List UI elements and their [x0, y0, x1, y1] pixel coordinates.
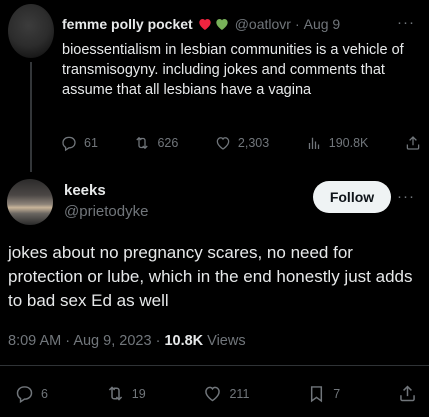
- thread-connector-line: [30, 62, 32, 172]
- avatar[interactable]: [7, 179, 53, 225]
- main-tweet-text: jokes about no pregnancy scares, no need…: [8, 243, 413, 310]
- repost-button[interactable]: 626: [133, 134, 178, 152]
- share-button[interactable]: [397, 383, 418, 404]
- like-count: 2,303: [237, 136, 270, 150]
- author-handle[interactable]: @prietodyke: [64, 203, 148, 220]
- tweet-metadata: 8:09 AM · Aug 9, 2023 · 10.8K Views: [8, 333, 246, 349]
- parent-tweet-text: bioessentialism in lesbian communities i…: [62, 42, 404, 98]
- repost-icon: [108, 386, 122, 401]
- tweet-date[interactable]: Aug 9: [304, 16, 341, 32]
- name-emoji: [197, 16, 230, 32]
- parent-tweet-header: femme polly pocket @oatlovr · Aug 9: [62, 16, 340, 32]
- share-button[interactable]: [404, 134, 422, 152]
- reply-button[interactable]: 6: [14, 383, 48, 404]
- analytics-icon: [308, 137, 319, 149]
- author-name[interactable]: femme polly pocket: [62, 16, 193, 32]
- separator: ·: [155, 333, 161, 349]
- views-label: Views: [207, 333, 246, 349]
- repost-count: 19: [131, 386, 146, 401]
- author-name[interactable]: keeks: [64, 182, 106, 199]
- reply-icon: [62, 136, 76, 152]
- heart-icon: [216, 137, 230, 150]
- green-heart-icon: [216, 19, 228, 30]
- share-icon: [400, 385, 415, 402]
- repost-icon: [136, 136, 149, 150]
- tweet-date[interactable]: Aug 9, 2023: [73, 333, 151, 349]
- main-tweet-actions: 6 19 211 7: [14, 383, 418, 404]
- reply-button[interactable]: 61: [60, 134, 98, 152]
- divider: [0, 365, 429, 366]
- bookmark-button[interactable]: 7: [306, 383, 340, 404]
- bookmark-count: 7: [333, 386, 341, 401]
- repost-button[interactable]: 19: [105, 383, 146, 404]
- reply-count: 61: [84, 136, 98, 150]
- repost-count: 626: [157, 136, 179, 150]
- separator: ·: [294, 16, 300, 32]
- author-handle[interactable]: @oatlovr: [235, 16, 291, 32]
- bookmark-icon: [311, 386, 323, 403]
- views-count: 190.8K: [328, 136, 369, 150]
- reply-icon: [16, 386, 33, 404]
- tweet-time[interactable]: 8:09 AM: [8, 333, 61, 349]
- separator: ·: [65, 333, 71, 349]
- more-options-icon[interactable]: ···: [397, 188, 415, 205]
- views-count[interactable]: 10.8K: [164, 333, 203, 349]
- reply-count: 6: [41, 386, 48, 401]
- share-icon: [406, 136, 420, 150]
- views-button[interactable]: 190.8K: [305, 134, 369, 152]
- parent-tweet-actions: 61 626 2,303 190.8K: [60, 134, 422, 152]
- like-button[interactable]: 2,303: [214, 134, 269, 152]
- more-options-icon[interactable]: ···: [397, 14, 415, 31]
- like-button[interactable]: 211: [202, 383, 249, 404]
- red-heart-icon: [199, 19, 211, 30]
- heart-icon: [205, 386, 221, 402]
- like-count: 211: [229, 386, 250, 401]
- avatar[interactable]: [8, 4, 54, 58]
- follow-button[interactable]: Follow: [313, 181, 391, 213]
